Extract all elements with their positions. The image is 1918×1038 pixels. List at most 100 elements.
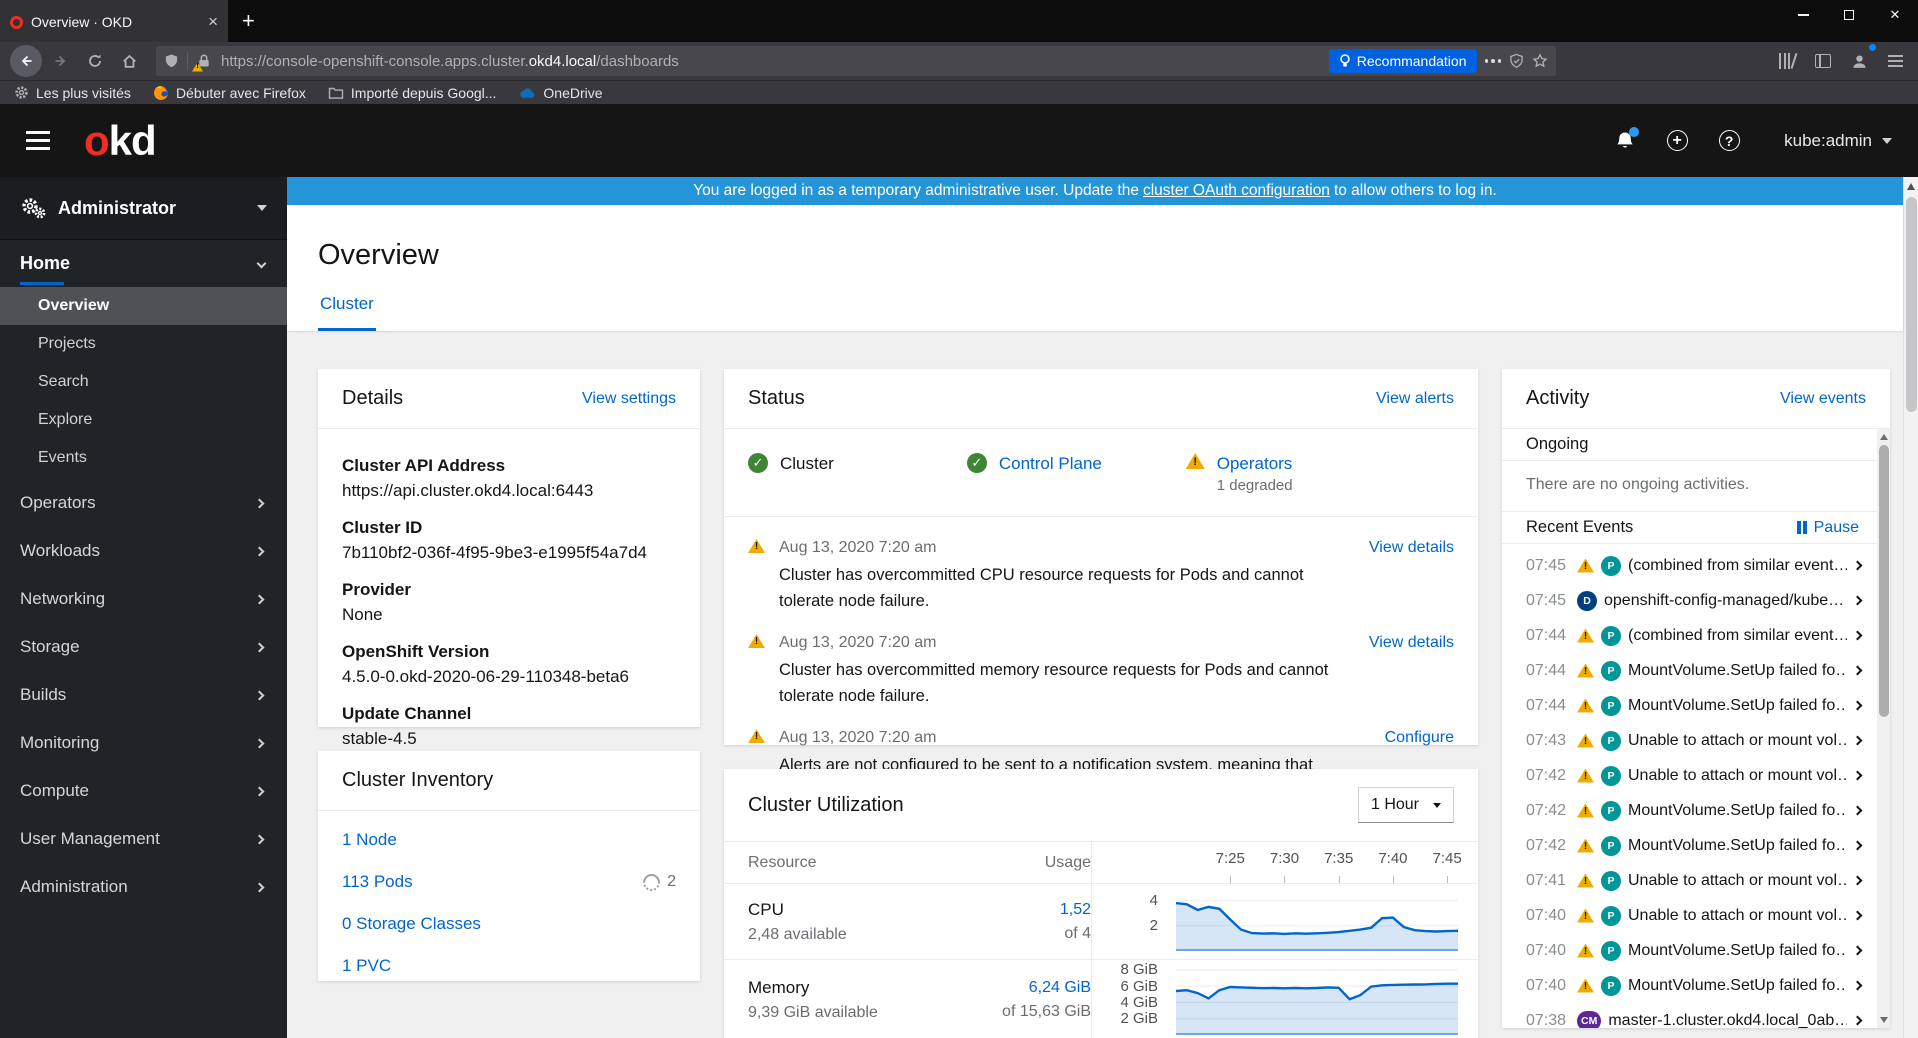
back-arrow-icon <box>21 55 32 67</box>
sidebar-item-search[interactable]: Search <box>0 363 287 401</box>
bookmark-star-icon[interactable] <box>1532 53 1548 69</box>
tab-close-icon[interactable]: × <box>208 12 218 32</box>
account-icon[interactable] <box>1844 44 1876 76</box>
sidebar-section-networking[interactable]: Networking <box>0 575 287 623</box>
usage-value[interactable]: 6,24 GiB <box>1029 979 1091 996</box>
tracking-shield-icon[interactable] <box>164 53 179 69</box>
event-row[interactable]: 07:44 P MountVolume.SetUp failed fo… <box>1526 688 1867 723</box>
url-bar[interactable]: https://console-openshift-console.apps.c… <box>156 46 1556 76</box>
bookmark-folder[interactable]: Importé depuis Googl... <box>328 85 496 101</box>
menu-hamburger-icon[interactable] <box>1880 46 1910 76</box>
event-row[interactable]: 07:45 P (combined from similar event… <box>1526 548 1867 583</box>
activity-scrollbar[interactable] <box>1877 429 1890 1028</box>
okd-logo[interactable]: okd <box>84 119 157 162</box>
health-item-operators[interactable]: Operators 1 degraded <box>1185 453 1405 494</box>
sidebar-section-administration[interactable]: Administration <box>0 863 287 911</box>
view-events-link[interactable]: View events <box>1780 390 1866 408</box>
event-row[interactable]: 07:40 P Unable to attach or mount vol… <box>1526 898 1867 933</box>
sidebar-item-explore[interactable]: Explore <box>0 401 287 439</box>
usage-cell: 1,52 of 4 <box>951 901 1091 943</box>
page-scrollbar-thumb[interactable] <box>1905 197 1917 412</box>
recommendation-button[interactable]: Recommandation <box>1328 49 1477 73</box>
perspective-switcher[interactable]: Administrator <box>0 177 287 240</box>
inventory-item[interactable]: 0 Storage Classes <box>342 903 676 945</box>
sidebar-section-user-management[interactable]: User Management <box>0 815 287 863</box>
notifications-bell-icon[interactable] <box>1614 126 1640 152</box>
add-plus-icon[interactable]: + <box>1666 130 1688 152</box>
event-row[interactable]: 07:40 P MountVolume.SetUp failed fo… <box>1526 968 1867 1003</box>
urlbar-divider <box>187 52 188 70</box>
view-settings-link[interactable]: View settings <box>582 390 676 408</box>
window-close-button[interactable]: ✕ <box>1872 0 1918 30</box>
bookmark-firefox[interactable]: Débuter avec Firefox <box>153 85 306 101</box>
help-icon[interactable]: ? <box>1718 130 1740 152</box>
activity-scrollbar-thumb[interactable] <box>1878 445 1889 717</box>
event-row[interactable]: 07:38 CM master-1.cluster.okd4.local_0ab… <box>1526 1003 1867 1028</box>
event-message: MountVolume.SetUp failed fo… <box>1628 661 1847 679</box>
inventory-link[interactable]: 0 Storage Classes <box>342 914 481 934</box>
okd-favicon-icon <box>10 15 23 29</box>
inventory-link[interactable]: 113 Pods <box>342 872 413 892</box>
sidebar-section-home[interactable]: Home <box>0 240 287 287</box>
inventory-item[interactable]: 113 Pods 2 <box>342 861 676 903</box>
event-row[interactable]: 07:44 P (combined from similar event… <box>1526 618 1867 653</box>
inventory-item[interactable]: 1 PVC <box>342 945 676 987</box>
sidebar-item-overview[interactable]: Overview <box>0 287 287 325</box>
forward-button[interactable] <box>46 46 76 76</box>
user-menu[interactable]: kube:admin <box>1784 131 1892 151</box>
event-row[interactable]: 07:42 P Unable to attach or mount vol… <box>1526 758 1867 793</box>
sidebar-section-storage[interactable]: Storage <box>0 623 287 671</box>
event-row[interactable]: 07:42 P MountVolume.SetUp failed fo… <box>1526 793 1867 828</box>
event-row[interactable]: 07:44 P MountVolume.SetUp failed fo… <box>1526 653 1867 688</box>
inventory-link[interactable]: 1 PVC <box>342 956 391 976</box>
inventory-link[interactable]: 1 Node <box>342 830 397 850</box>
health-label[interactable]: Operators <box>1217 453 1293 474</box>
page-scrollbar[interactable] <box>1903 177 1918 1038</box>
health-label[interactable]: Control Plane <box>999 453 1102 474</box>
sidebar-item-events[interactable]: Events <box>0 439 287 477</box>
alert-action-link[interactable]: View details <box>1369 539 1454 614</box>
bookmark-cloud[interactable]: OneDrive <box>518 85 603 101</box>
resource-badge-p: P <box>1601 695 1621 716</box>
page-actions-icon[interactable] <box>1484 59 1501 63</box>
sidebar-toggle-icon[interactable] <box>1808 46 1838 76</box>
chevron-right-icon <box>254 594 265 604</box>
sidebar-section-compute[interactable]: Compute <box>0 767 287 815</box>
alert-action-link[interactable]: View details <box>1369 634 1454 709</box>
view-alerts-link[interactable]: View alerts <box>1376 390 1454 408</box>
home-button[interactable] <box>114 46 144 76</box>
browser-tab[interactable]: Overview · OKD × <box>0 0 228 42</box>
event-row[interactable]: 07:43 P Unable to attach or mount vol… <box>1526 723 1867 758</box>
pause-button[interactable]: Pause <box>1796 519 1859 537</box>
sidebar-item-projects[interactable]: Projects <box>0 325 287 363</box>
event-row[interactable]: 07:45 Dopenshift-config-managed/kube… <box>1526 583 1867 618</box>
usage-value[interactable]: 1,52 <box>1060 901 1091 918</box>
event-row[interactable]: 07:42 P MountVolume.SetUp failed fo… <box>1526 828 1867 863</box>
nav-toggle-hamburger-icon[interactable] <box>26 131 50 150</box>
event-row[interactable]: 07:41 P Unable to attach or mount vol… <box>1526 863 1867 898</box>
event-row[interactable]: 07:40 P MountVolume.SetUp failed fo… <box>1526 933 1867 968</box>
sparkline <box>1176 893 1458 951</box>
health-item-control-plane[interactable]: ✓ Control Plane <box>966 453 1186 494</box>
sidebar-section-monitoring[interactable]: Monitoring <box>0 719 287 767</box>
sidebar-section-operators[interactable]: Operators <box>0 479 287 527</box>
window-minimize-button[interactable] <box>1780 0 1826 30</box>
scroll-up-icon[interactable] <box>1880 434 1888 440</box>
inventory-item[interactable]: 1 Node <box>342 819 676 861</box>
new-tab-button[interactable]: + <box>228 0 269 42</box>
sidebar-section-workloads[interactable]: Workloads <box>0 527 287 575</box>
tab-cluster[interactable]: Cluster <box>318 294 376 331</box>
sidebar-section-label: Networking <box>20 589 106 608</box>
duration-select[interactable]: 1 Hour <box>1357 787 1454 823</box>
sidebar-section-builds[interactable]: Builds <box>0 671 287 719</box>
lock-warning-icon[interactable] <box>192 53 213 72</box>
page-scroll-up-icon[interactable] <box>1907 183 1915 190</box>
back-button[interactable] <box>10 45 42 77</box>
scroll-down-icon[interactable] <box>1880 1017 1888 1023</box>
window-maximize-button[interactable] <box>1826 0 1872 30</box>
protections-shield-icon[interactable] <box>1509 53 1524 69</box>
oauth-configuration-link[interactable]: cluster OAuth configuration <box>1143 182 1330 200</box>
reload-button[interactable] <box>80 46 110 76</box>
library-icon[interactable] <box>1772 46 1802 76</box>
bookmark-gear[interactable]: Les plus visités <box>14 85 131 101</box>
